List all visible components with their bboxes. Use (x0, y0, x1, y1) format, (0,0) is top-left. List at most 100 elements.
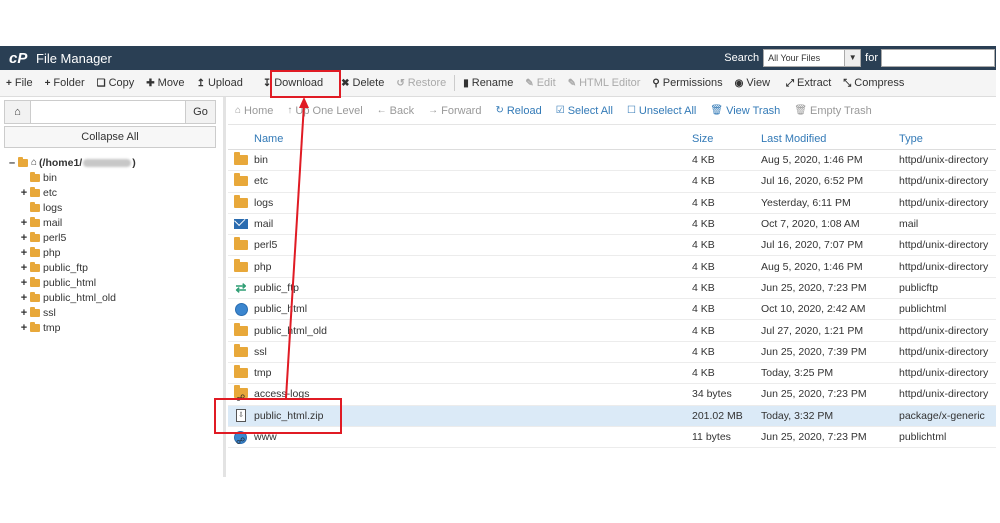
tree-item-ssl[interactable]: + ssl (18, 305, 136, 320)
file-type: httpd/unix-directory (899, 367, 989, 380)
file-name: perl5 (254, 239, 278, 252)
compress-button[interactable]: ⤡ Compress (837, 70, 910, 97)
forward-button[interactable]: → Forward (421, 105, 488, 117)
delete-button[interactable]: ✖ Delete (335, 70, 390, 97)
tree-item-php[interactable]: + php (18, 245, 136, 260)
expand-toggle-icon[interactable]: + (18, 217, 30, 229)
table-row[interactable]: public_html_old 4 KB Jul 27, 2020, 1:21 PM… (228, 320, 996, 342)
directory-tree: – ⌂ (/home1/) bin + etc logs + mail + perl5 + php… (6, 155, 136, 335)
column-size-header[interactable]: Size (692, 133, 761, 145)
tree-item-label: tmp (43, 321, 61, 334)
tree-item-mail[interactable]: + mail (18, 215, 136, 230)
table-row[interactable]: ssl 4 KB Jun 25, 2020, 7:39 PM httpd/unix-d… (228, 342, 996, 363)
restore-button[interactable]: ↺ Restore (390, 70, 452, 97)
collapse-all-button[interactable]: Collapse All (4, 126, 216, 148)
expand-toggle-icon[interactable]: + (18, 232, 30, 244)
tree-item-etc[interactable]: + etc (18, 185, 136, 200)
level-up-icon: ↑ (287, 105, 293, 116)
compress-icon: ⤡ (843, 77, 852, 89)
expand-toggle-icon[interactable]: + (18, 187, 30, 199)
folder-icon (30, 306, 40, 317)
for-label: for (865, 52, 878, 64)
expand-toggle-icon[interactable]: + (18, 247, 30, 259)
html-editor-button[interactable]: ✎ HTML Editor (562, 70, 647, 97)
tree-item-bin[interactable]: bin (18, 170, 136, 185)
expand-toggle-icon[interactable]: + (18, 307, 30, 319)
go-button[interactable]: Go (185, 100, 216, 124)
table-row[interactable]: mail 4 KB Oct 7, 2020, 1:08 AM mail (228, 214, 996, 236)
table-row[interactable]: ⇄ public_ftp 4 KB Jun 25, 2020, 7:23 PM publ… (228, 278, 996, 300)
copy-button[interactable]: ❏ Copy (91, 70, 141, 97)
table-row[interactable]: tmp 4 KB Today, 3:25 PM httpd/unix-director… (228, 363, 996, 385)
html-editor-icon: ✎ (567, 77, 577, 89)
tree-item-public-ftp[interactable]: + public_ftp (18, 260, 136, 275)
expand-toggle-icon[interactable]: + (18, 292, 30, 304)
file-modified: Jun 25, 2020, 7:23 PM (761, 431, 867, 443)
move-label: Move (157, 77, 185, 89)
home-icon: ⌂ (235, 105, 242, 116)
file-name: php (254, 260, 272, 273)
table-row[interactable]: php 4 KB Aug 5, 2020, 1:46 PM httpd/unix-di… (228, 256, 996, 278)
close-icon: ✖ (341, 77, 350, 89)
column-modified-header[interactable]: Last Modified (761, 133, 899, 145)
table-row[interactable]: etc 4 KB Jul 16, 2020, 6:52 PM httpd/unix-d… (228, 171, 996, 193)
toolbar: + File + Folder ❏ Copy ✚ Move ↥ Upload ↧ Downl… (0, 70, 996, 97)
table-row[interactable]: ☍ access-logs 34 bytes Jun 25, 2020, 7:23 P… (228, 384, 996, 406)
extract-button[interactable]: ⤢ Extract (780, 70, 837, 97)
view-button[interactable]: ◉ View (729, 70, 776, 97)
tree-item-logs[interactable]: logs (18, 200, 136, 215)
file-type: mail (899, 218, 919, 231)
table-row[interactable]: logs 4 KB Yesterday, 6:11 PM httpd/unix-dir… (228, 193, 996, 214)
new-file-button[interactable]: + File (0, 70, 39, 97)
upload-button[interactable]: ↥ Upload (191, 70, 249, 97)
file-modified: Jul 27, 2020, 1:21 PM (761, 324, 864, 337)
expand-toggle-icon[interactable]: + (18, 277, 30, 289)
table-row[interactable]: perl5 4 KB Jul 16, 2020, 7:07 PM httpd/unix… (228, 235, 996, 257)
empty-trash-button[interactable]: 🗑 Empty Trash (787, 105, 878, 117)
permissions-button[interactable]: ⚲ Permissions (646, 70, 728, 97)
column-name-header[interactable]: Name (254, 133, 692, 145)
column-type-header[interactable]: Type (899, 133, 996, 145)
expand-toggle-icon[interactable]: + (18, 322, 30, 334)
table-row[interactable]: public_html 4 KB Oct 10, 2020, 2:42 AM publ… (228, 299, 996, 321)
nav-home-button[interactable]: ⌂ Home (228, 105, 280, 117)
unselect-all-button[interactable]: ☐ Unselect All (620, 105, 703, 117)
table-row[interactable]: ⇩ public_html.zip 201.02 MB Today, 3:32 PM p… (228, 405, 996, 427)
select-all-button[interactable]: ☑ Select All (549, 105, 620, 117)
file-name: tmp (254, 367, 272, 380)
folder-icon (30, 171, 40, 182)
tree-root[interactable]: – ⌂ (/home1/) (6, 155, 136, 170)
cpanel-logo: cP (9, 49, 28, 67)
view-trash-button[interactable]: 🗑 View Trash (703, 105, 787, 117)
tree-item-public-html-old[interactable]: + public_html_old (18, 290, 136, 305)
restore-label: Restore (407, 77, 447, 89)
tree-item-tmp[interactable]: + tmp (18, 320, 136, 335)
table-row[interactable]: ☍ www 11 bytes Jun 25, 2020, 7:23 PM publich… (228, 427, 996, 449)
search-input[interactable] (881, 49, 995, 67)
tree-item-label: ssl (43, 306, 56, 319)
table-row[interactable]: bin 4 KB Aug 5, 2020, 1:46 PM httpd/unix-di… (228, 150, 996, 172)
file-type: httpd/unix-directory (899, 196, 989, 209)
file-modified: Yesterday, 6:11 PM (761, 196, 851, 209)
up-one-level-button[interactable]: ↑ Up One Level (280, 105, 369, 117)
tree-item-perl5[interactable]: + perl5 (18, 230, 136, 245)
move-button[interactable]: ✚ Move (140, 70, 190, 97)
envelope-icon (234, 219, 248, 230)
file-type: httpd/unix-directory (899, 239, 989, 252)
home-icon: ⌂ (31, 157, 38, 168)
tree-item-label: public_ftp (43, 261, 88, 274)
reload-button[interactable]: ↻ Reload (488, 105, 548, 117)
home-button[interactable]: ⌂ (4, 100, 31, 124)
folder-icon (234, 152, 248, 166)
empty-trash-label: Empty Trash (810, 104, 872, 117)
expand-toggle-icon[interactable]: + (18, 262, 30, 274)
new-file-label: File (14, 77, 33, 89)
unselect-all-label: Unselect All (638, 104, 697, 117)
tree-item-public-html[interactable]: + public_html (18, 275, 136, 290)
path-input[interactable] (31, 100, 185, 124)
new-folder-button[interactable]: + Folder (39, 70, 91, 97)
search-scope-select[interactable]: All Your Files ▼ (763, 49, 862, 67)
back-button[interactable]: ← Back (370, 105, 421, 117)
rename-button[interactable]: ▮ Rename (457, 70, 519, 97)
edit-button[interactable]: ✎ Edit (519, 70, 561, 97)
